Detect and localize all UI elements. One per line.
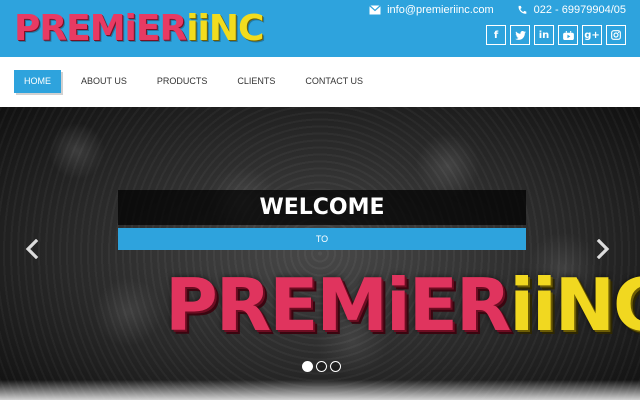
nav-item-about-us[interactable]: ABOUT US xyxy=(71,70,137,93)
social-links: f in g+ xyxy=(486,25,626,45)
chevron-right-icon[interactable] xyxy=(596,239,610,259)
facebook-icon[interactable]: f xyxy=(486,25,506,45)
linkedin-icon[interactable]: in xyxy=(534,25,554,45)
slider-logo-text-premier: PREMiER xyxy=(165,263,511,347)
twitter-icon[interactable] xyxy=(510,25,530,45)
slider-pagination xyxy=(302,361,341,372)
phone-number[interactable]: 022 - 69979904/05 xyxy=(534,4,626,16)
logo-text-iinc: iiNC xyxy=(186,8,264,49)
to-subheading: TO xyxy=(118,228,526,250)
contact-info: info@premieriinc.com 022 - 69979904/05 xyxy=(369,3,626,17)
slider-logo: PREMiER iiNC xyxy=(165,265,640,345)
main-navigation: HOME ABOUT US PRODUCTS CLIENTS CONTACT U… xyxy=(0,57,640,107)
nav-item-products[interactable]: PRODUCTS xyxy=(147,70,218,93)
slider-logo-text-iinc: iiNC xyxy=(509,263,640,347)
chevron-left-icon[interactable] xyxy=(25,239,39,259)
nav-item-home[interactable]: HOME xyxy=(14,70,61,93)
slide-dot-3[interactable] xyxy=(330,361,341,372)
phone-icon xyxy=(518,5,526,14)
youtube-icon[interactable] xyxy=(558,25,578,45)
slide-dot-2[interactable] xyxy=(316,361,327,372)
email-link[interactable]: info@premieriinc.com xyxy=(387,4,494,16)
nav-item-contact-us[interactable]: CONTACT US xyxy=(295,70,373,93)
envelope-icon xyxy=(369,5,381,15)
logo-text-premier: PREMiER xyxy=(14,8,187,49)
welcome-heading: WELCOME xyxy=(118,190,526,225)
top-bar: PREMiER iiNC info@premieriinc.com 022 - … xyxy=(0,0,640,57)
hero-slider[interactable]: WELCOME TO PREMiER iiNC xyxy=(0,107,640,400)
instagram-icon[interactable] xyxy=(606,25,626,45)
nav-list: HOME ABOUT US PRODUCTS CLIENTS CONTACT U… xyxy=(14,70,383,93)
googleplus-icon[interactable]: g+ xyxy=(582,25,602,45)
site-logo[interactable]: PREMiER iiNC xyxy=(14,5,264,49)
nav-item-clients[interactable]: CLIENTS xyxy=(227,70,285,93)
slide-dot-1[interactable] xyxy=(302,361,313,372)
